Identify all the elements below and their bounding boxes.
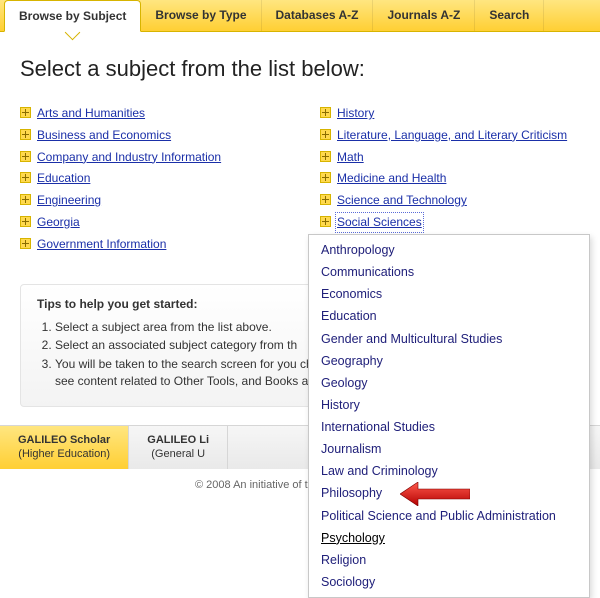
plus-icon — [320, 172, 331, 183]
audience-scholar[interactable]: GALILEO Scholar (Higher Education) — [0, 426, 129, 470]
subject-item[interactable]: History — [320, 105, 580, 122]
dropdown-item[interactable]: Journalism — [309, 438, 589, 460]
plus-icon — [320, 129, 331, 140]
subject-item[interactable]: Math — [320, 149, 580, 166]
subject-item[interactable]: Business and Economics — [20, 127, 280, 144]
subject-item[interactable]: Government Information — [20, 236, 280, 253]
plus-icon — [20, 194, 31, 205]
dropdown-item[interactable]: Law and Criminology — [309, 460, 589, 482]
dropdown-item[interactable]: Religion — [309, 549, 589, 571]
plus-icon — [320, 216, 331, 227]
plus-icon — [20, 238, 31, 249]
dropdown-item-psychology[interactable]: Psychology — [309, 527, 589, 549]
subject-item[interactable]: Science and Technology — [320, 192, 580, 209]
content-area: Select a subject from the list below: Ar… — [0, 32, 600, 497]
subject-item[interactable]: Education — [20, 170, 280, 187]
tab-browse-by-subject[interactable]: Browse by Subject — [4, 0, 141, 32]
page-title: Select a subject from the list below: — [20, 56, 580, 82]
tab-browse-by-type[interactable]: Browse by Type — [141, 0, 261, 31]
tab-journals-az[interactable]: Journals A-Z — [373, 0, 475, 31]
plus-icon — [320, 194, 331, 205]
dropdown-item[interactable]: Geography — [309, 350, 589, 372]
dropdown-item[interactable]: Communications — [309, 261, 589, 283]
subject-link[interactable]: Georgia — [37, 214, 80, 231]
subject-link[interactable]: Literature, Language, and Literary Criti… — [337, 127, 567, 144]
subject-link[interactable]: Medicine and Health — [337, 170, 446, 187]
dropdown-item[interactable]: Education — [309, 305, 589, 327]
subject-link[interactable]: Government Information — [37, 236, 166, 253]
dropdown-item[interactable]: Sociology — [309, 571, 589, 593]
tab-databases-az[interactable]: Databases A-Z — [262, 0, 374, 31]
audience-label: GALILEO Li — [147, 434, 209, 448]
plus-icon — [20, 216, 31, 227]
dropdown-item[interactable]: Anthropology — [309, 239, 589, 261]
subject-link[interactable]: Social Sciences — [337, 214, 422, 231]
subject-item[interactable]: Georgia — [20, 214, 280, 231]
subject-item[interactable]: Engineering — [20, 192, 280, 209]
annotation-arrow-icon — [400, 482, 470, 506]
subject-link[interactable]: Education — [37, 170, 90, 187]
subject-link[interactable]: Arts and Humanities — [37, 105, 145, 122]
subject-item[interactable]: Literature, Language, and Literary Criti… — [320, 127, 580, 144]
dropdown-item[interactable]: Political Science and Public Administrat… — [309, 505, 589, 527]
audience-label: GALILEO Scholar — [18, 434, 110, 448]
plus-icon — [20, 129, 31, 140]
plus-icon — [20, 151, 31, 162]
dropdown-item[interactable]: Economics — [309, 283, 589, 305]
subject-item-social-sciences[interactable]: Social Sciences — [320, 214, 580, 231]
dropdown-item[interactable]: Gender and Multicultural Studies — [309, 328, 589, 350]
subject-link[interactable]: Engineering — [37, 192, 101, 209]
subject-item[interactable]: Company and Industry Information — [20, 149, 280, 166]
plus-icon — [20, 107, 31, 118]
plus-icon — [320, 151, 331, 162]
subject-link[interactable]: Math — [337, 149, 364, 166]
dropdown-item[interactable]: History — [309, 394, 589, 416]
audience-library[interactable]: GALILEO Li (General U — [129, 426, 228, 470]
subject-item[interactable]: Arts and Humanities — [20, 105, 280, 122]
subject-item[interactable]: Medicine and Health — [320, 170, 580, 187]
subject-link[interactable]: Company and Industry Information — [37, 149, 221, 166]
subject-column-left: Arts and Humanities Business and Economi… — [20, 100, 280, 258]
subject-dropdown[interactable]: Anthropology Communications Economics Ed… — [308, 234, 590, 598]
subject-link[interactable]: Business and Economics — [37, 127, 171, 144]
audience-sublabel: (Higher Education) — [18, 448, 110, 462]
footer-prefix: © 2008 An initiative of the — [195, 479, 323, 491]
audience-sublabel: (General U — [147, 448, 209, 462]
dropdown-item[interactable]: Geology — [309, 372, 589, 394]
main-tabs: Browse by Subject Browse by Type Databas… — [0, 0, 600, 32]
dropdown-item[interactable]: International Studies — [309, 416, 589, 438]
subject-link[interactable]: Science and Technology — [337, 192, 467, 209]
plus-icon — [20, 172, 31, 183]
plus-icon — [320, 107, 331, 118]
subject-link[interactable]: History — [337, 105, 374, 122]
tab-search[interactable]: Search — [475, 0, 544, 31]
